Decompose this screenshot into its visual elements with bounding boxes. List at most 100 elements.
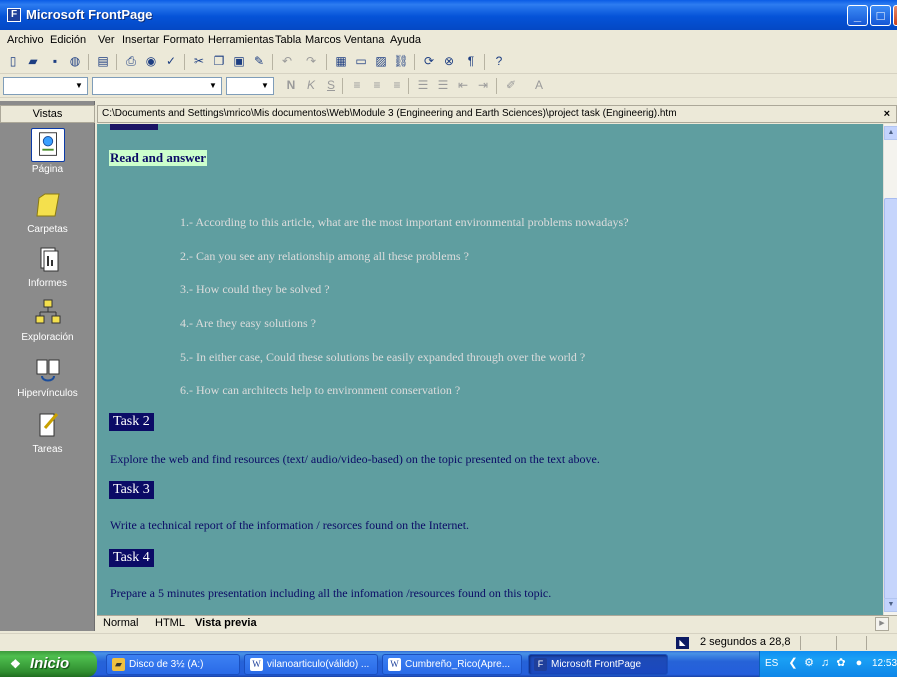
style-dropdown[interactable]: ▼ bbox=[3, 77, 88, 95]
toggle-pane-icon[interactable]: ▤ bbox=[94, 53, 112, 70]
decrease-indent-icon[interactable]: ⇤ bbox=[454, 77, 472, 94]
view-hyperlinks-label: Hipervínculos bbox=[17, 388, 78, 399]
highlight-icon[interactable]: ✐ bbox=[502, 77, 520, 94]
tab-preview[interactable]: Vista previa bbox=[195, 617, 257, 629]
menu-ver[interactable]: Ver bbox=[98, 34, 115, 46]
network-icon[interactable]: ⚙ bbox=[802, 656, 816, 670]
question-3: 3.- How could they be solved ? bbox=[180, 282, 330, 296]
volume-icon[interactable]: ♫ bbox=[818, 656, 832, 670]
tray-expand-icon[interactable]: ❮ bbox=[786, 656, 800, 670]
word-doc-icon: W bbox=[250, 658, 263, 671]
scroll-up-icon[interactable]: ▲ bbox=[884, 126, 897, 140]
windows-taskbar: ❖ Inicio ▰ Disco de 3½ (A:) W vilanoarti… bbox=[0, 651, 897, 677]
help-icon[interactable]: ? bbox=[490, 53, 508, 70]
language-indicator[interactable]: ES bbox=[765, 658, 778, 669]
insert-table-icon[interactable]: ▭ bbox=[352, 53, 370, 70]
view-page-label: Página bbox=[31, 164, 64, 175]
taskbar-item-label: vilanoarticulo(válido) ... bbox=[267, 659, 370, 670]
menu-ventana[interactable]: Ventana bbox=[344, 34, 384, 46]
menu-ayuda[interactable]: Ayuda bbox=[390, 34, 421, 46]
start-button[interactable]: ❖ Inicio bbox=[0, 651, 97, 677]
taskbar-item-floppy[interactable]: ▰ Disco de 3½ (A:) bbox=[106, 654, 240, 675]
scroll-thumb[interactable] bbox=[884, 198, 897, 600]
align-right-icon[interactable]: ≡ bbox=[388, 77, 406, 94]
taskbar-item-word-1[interactable]: W vilanoarticulo(válido) ... bbox=[244, 654, 378, 675]
question-6: 6.- How can architects help to environme… bbox=[180, 383, 461, 397]
task-3-heading: Task 3 bbox=[109, 481, 154, 499]
menu-tabla[interactable]: Tabla bbox=[275, 34, 301, 46]
scroll-down-icon[interactable]: ▼ bbox=[884, 598, 897, 612]
font-size-dropdown[interactable]: ▼ bbox=[226, 77, 274, 95]
menu-archivo[interactable]: Archivo bbox=[7, 34, 44, 46]
tab-normal[interactable]: Normal bbox=[103, 617, 138, 629]
close-button[interactable]: X bbox=[893, 5, 897, 26]
numbering-icon[interactable]: ☰ bbox=[414, 77, 432, 94]
view-reports[interactable]: Informes bbox=[0, 242, 95, 289]
undo-icon[interactable]: ↶ bbox=[278, 53, 296, 70]
task-4-text: Prepare a 5 minutes presentation includi… bbox=[110, 586, 552, 600]
task-3-text: Write a technical report of the informat… bbox=[110, 518, 470, 532]
status-bar: ◣ 2 segundos a 28,8 bbox=[0, 633, 897, 651]
menu-formato[interactable]: Formato bbox=[163, 34, 204, 46]
stop-icon[interactable]: ⊗ bbox=[440, 53, 458, 70]
view-navigation[interactable]: Exploración bbox=[0, 296, 95, 343]
document-path: C:\Documents and Settings\mrico\Mis docu… bbox=[102, 108, 677, 119]
menu-bar: Archivo Edición Ver Insertar Formato Her… bbox=[0, 30, 897, 50]
align-center-icon[interactable]: ≡ bbox=[368, 77, 386, 94]
folder-icon: ▰ bbox=[112, 658, 125, 671]
frontpage-app-icon[interactable]: F bbox=[7, 8, 21, 22]
format-painter-icon[interactable]: ✎ bbox=[250, 53, 268, 70]
scroll-right-icon[interactable]: ▶ bbox=[875, 617, 889, 631]
security-icon[interactable]: ✿ bbox=[834, 656, 848, 670]
menu-edicion[interactable]: Edición bbox=[50, 34, 86, 46]
print-icon[interactable]: ⎙ bbox=[122, 53, 140, 70]
bold-icon[interactable]: N bbox=[282, 77, 300, 94]
taskbar-item-label: Disco de 3½ (A:) bbox=[129, 659, 204, 670]
copy-icon[interactable]: ❐ bbox=[210, 53, 228, 70]
download-time: 2 segundos a 28,8 bbox=[700, 636, 791, 648]
open-icon[interactable]: ▰ bbox=[24, 53, 42, 70]
antivirus-icon[interactable]: ● bbox=[852, 656, 866, 670]
show-all-icon[interactable]: ¶ bbox=[462, 53, 480, 70]
refresh-icon[interactable]: ⟳ bbox=[420, 53, 438, 70]
menu-herramientas[interactable]: Herramientas bbox=[208, 34, 274, 46]
redo-icon[interactable]: ↷ bbox=[302, 53, 320, 70]
bullets-icon[interactable]: ☰ bbox=[434, 77, 452, 94]
web-component-icon[interactable]: ▦ bbox=[332, 53, 350, 70]
view-folders[interactable]: Carpetas bbox=[0, 188, 95, 235]
taskbar-item-frontpage[interactable]: F Microsoft FrontPage bbox=[528, 654, 668, 675]
menu-marcos[interactable]: Marcos bbox=[305, 34, 341, 46]
new-page-icon[interactable]: ▯ bbox=[4, 53, 22, 70]
cut-icon[interactable]: ✂ bbox=[190, 53, 208, 70]
close-document-icon[interactable]: × bbox=[884, 106, 890, 122]
formatting-toolbar: ▼ ▼ ▼ N K S ≡ ≡ ≡ ☰ ☰ ⇤ ⇥ ✐ A bbox=[0, 74, 897, 98]
print-preview-icon[interactable]: ◉ bbox=[142, 53, 160, 70]
clock: 12:53 bbox=[872, 658, 897, 669]
hyperlink-icon[interactable]: ⛓ bbox=[392, 53, 410, 70]
question-2: 2.- Can you see any relationship among a… bbox=[180, 249, 469, 263]
italic-icon[interactable]: K bbox=[302, 77, 320, 94]
spelling-icon[interactable]: ✓ bbox=[162, 53, 180, 70]
view-hyperlinks[interactable]: Hipervínculos bbox=[0, 352, 95, 399]
taskbar-item-word-2[interactable]: W Cumbreño_Rico(Apre... bbox=[382, 654, 522, 675]
save-icon[interactable]: ▪ bbox=[46, 53, 64, 70]
align-left-icon[interactable]: ≡ bbox=[348, 77, 366, 94]
task-4-heading: Task 4 bbox=[109, 549, 154, 567]
increase-indent-icon[interactable]: ⇥ bbox=[474, 77, 492, 94]
paste-icon[interactable]: ▣ bbox=[230, 53, 248, 70]
vertical-scrollbar[interactable]: ▲ ▼ bbox=[883, 124, 897, 615]
question-1: 1.- According to this article, what are … bbox=[180, 215, 629, 229]
view-tasks[interactable]: Tareas bbox=[0, 408, 95, 455]
publish-icon[interactable]: ◍ bbox=[66, 53, 84, 70]
minimize-button[interactable]: _ bbox=[847, 5, 868, 26]
maximize-button[interactable]: □ bbox=[870, 5, 891, 26]
system-tray: ES ❮ ⚙ ♫ ✿ ● 12:53 bbox=[759, 651, 897, 677]
insert-picture-icon[interactable]: ▨ bbox=[372, 53, 390, 70]
view-page[interactable]: Página bbox=[0, 128, 95, 175]
tab-html[interactable]: HTML bbox=[155, 617, 185, 629]
font-color-icon[interactable]: A bbox=[530, 77, 548, 94]
menu-insertar[interactable]: Insertar bbox=[122, 34, 159, 46]
view-reports-label: Informes bbox=[28, 278, 67, 289]
underline-icon[interactable]: S bbox=[322, 77, 340, 94]
font-dropdown[interactable]: ▼ bbox=[92, 77, 222, 95]
